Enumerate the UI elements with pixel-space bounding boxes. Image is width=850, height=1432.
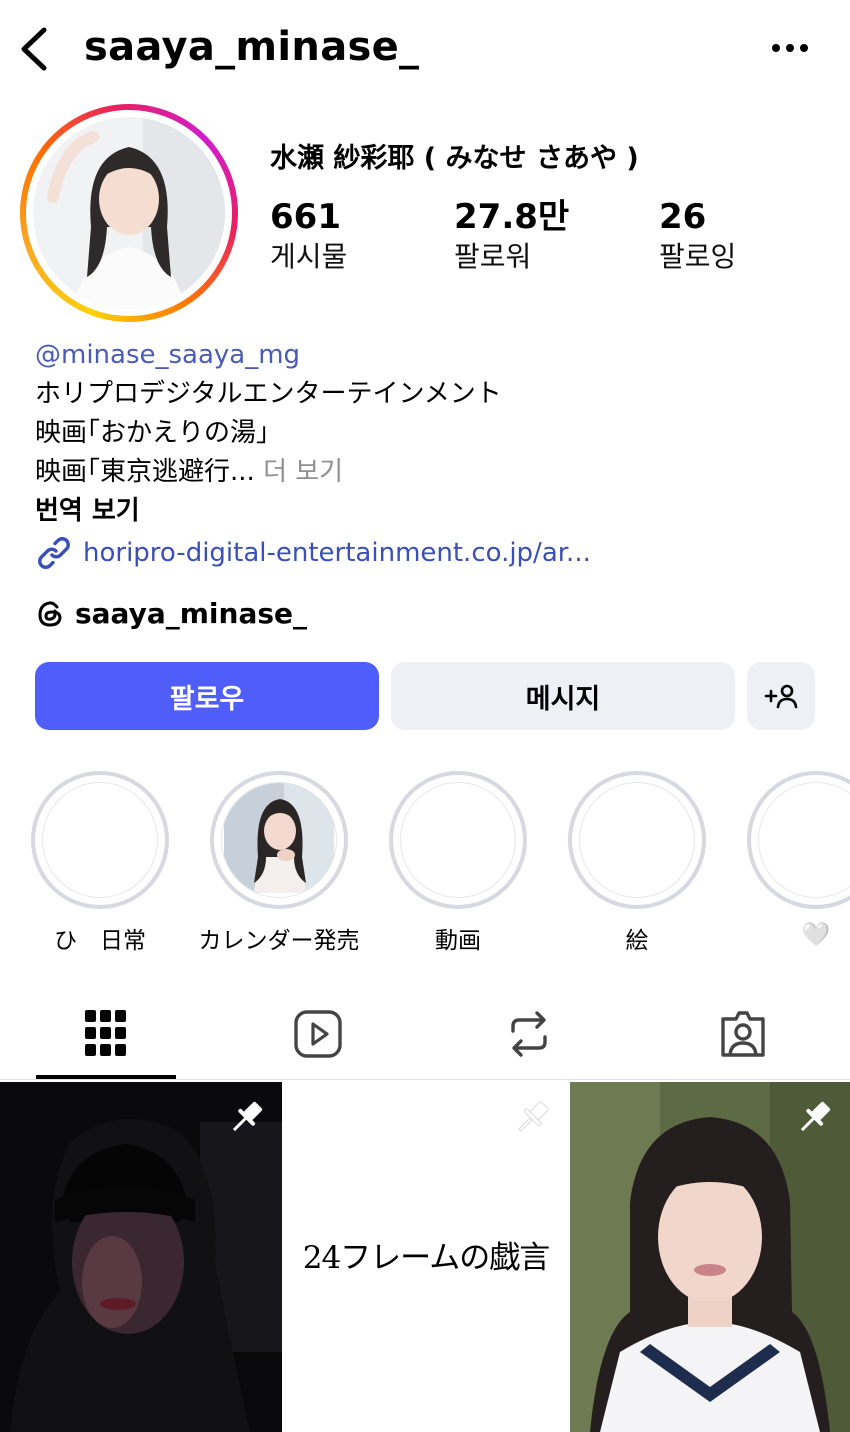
stat-value: 26 [659,197,707,237]
more-options-icon[interactable] [770,38,810,58]
stat-value: 27.8만 [454,197,570,237]
highlight-cover [42,782,158,898]
repost-icon [511,1011,547,1057]
highlight-item[interactable]: 🤍 [747,771,850,948]
threads-username: saaya_minase_ [75,597,307,630]
profile-username-title: saaya_minase_ [84,24,420,70]
follow-button[interactable]: 팔로우 [35,662,379,730]
highlight-item[interactable]: 絵 [568,771,706,954]
bio-line: 映画｢おかえりの湯」 [35,418,283,448]
reels-icon [294,1010,342,1058]
pin-icon [800,1101,831,1132]
stat-label: 게시물 [270,240,348,273]
bio-more-link[interactable]: 더 보기 [263,457,343,487]
stat-value: 661 [270,197,341,237]
stat-following[interactable]: 26 팔로잉 [659,196,736,276]
tagged-person-icon [721,1011,765,1057]
tab-reels[interactable] [248,1005,388,1063]
post-thumbnail[interactable]: 24フレームの戯言 [284,1082,568,1432]
highlight-cover [758,782,850,898]
pin-icon [518,1101,549,1132]
tab-tagged[interactable] [673,1005,813,1063]
bio-website-link[interactable]: horipro-digital-entertainment.co.jp/ar..… [35,534,825,572]
tab-posts-grid[interactable] [36,1005,176,1063]
header: saaya_minase_ [0,0,850,100]
stat-label: 팔로워 [454,240,532,273]
bio-line: ホリプロデジタルエンターテインメント [35,379,502,409]
add-person-icon [764,684,798,709]
bio-mention-link[interactable]: @minase_saaya_mg [35,336,825,375]
post-title-text: 24フレームの戯言 [302,1240,551,1276]
bio-line-truncated: 映画｢東京逃避行... 더 보기 [35,453,825,492]
pin-icon [232,1101,263,1132]
highlight-label: 🤍 [801,922,831,948]
website-url: horipro-digital-entertainment.co.jp/ar..… [83,538,591,568]
tab-reposts[interactable] [459,1005,599,1063]
display-name: 水瀬 紗彩耶 ( みなせ さあや ) [270,143,639,174]
suggest-users-button[interactable] [747,662,815,730]
story-ring[interactable] [20,104,238,322]
stat-followers[interactable]: 27.8만 팔로워 [454,196,569,276]
highlight-cover [221,782,337,898]
grid-icon [85,1010,126,1056]
stat-label: 팔로잉 [659,240,737,273]
profile-avatar [33,117,225,309]
highlight-cover [579,782,695,898]
stat-posts[interactable]: 661 게시물 [270,196,347,276]
divider [0,1079,850,1080]
highlight-item[interactable]: カレンダー発売 [199,771,360,954]
post-thumbnail[interactable] [570,1082,850,1432]
back-arrow-icon[interactable] [18,26,52,72]
bio-line-text: 映画｢東京逃避行... [35,457,255,487]
post-thumbnail[interactable] [0,1082,282,1432]
highlight-item[interactable]: 動画 [389,771,527,954]
highlight-cover [400,782,516,898]
highlight-item[interactable]: ひ 日常 [31,771,169,954]
link-icon [38,537,70,569]
message-button[interactable]: 메시지 [391,662,735,730]
highlight-label: 絵 [625,928,649,954]
translate-link[interactable]: 번역 보기 [35,492,825,531]
threads-badge[interactable]: saaya_minase_ [35,597,307,630]
bio: @minase_saaya_mg ホリプロデジタルエンターテインメント 映画｢お… [35,336,825,572]
threads-icon [38,600,62,627]
